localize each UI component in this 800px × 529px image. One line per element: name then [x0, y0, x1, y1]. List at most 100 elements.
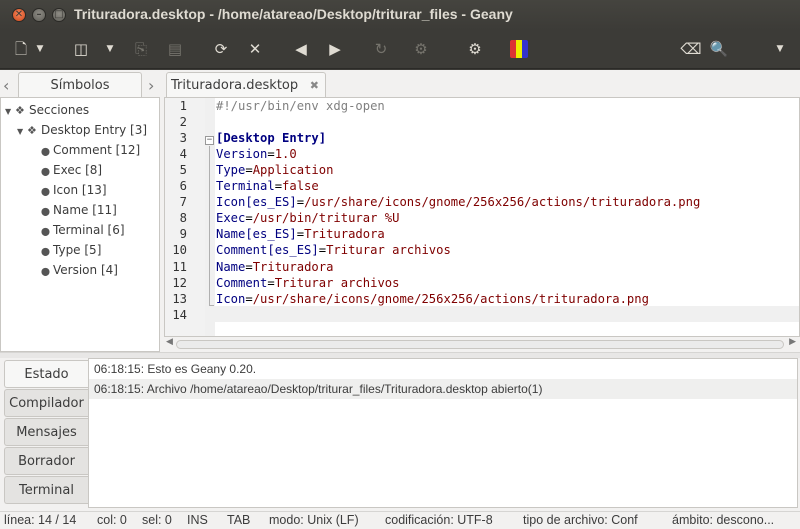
code-equals: =: [245, 259, 253, 274]
horizontal-scrollbar[interactable]: ◀ ▶: [164, 337, 800, 352]
scroll-right-icon[interactable]: ▶: [789, 337, 796, 347]
tab-terminal[interactable]: Terminal: [4, 476, 88, 504]
window-minimize-button[interactable]: –: [32, 8, 46, 22]
tree-item[interactable]: ⬤ Name [11]: [1, 200, 159, 220]
line-number: 8: [179, 211, 187, 226]
tree-item[interactable]: ⬤ Icon [13]: [1, 180, 159, 200]
clear-icon[interactable]: ⌫: [680, 38, 702, 60]
save-icon[interactable]: ⎘: [130, 38, 152, 60]
tree-item[interactable]: ⬤ Type [5]: [1, 240, 159, 260]
log-line: 06:18:15: Archivo /home/atareao/Desktop/…: [89, 379, 797, 399]
tree-item[interactable]: ▼ ❖ Secciones: [1, 100, 159, 120]
tab-borrador[interactable]: Borrador: [4, 447, 88, 475]
tree-item-label: Terminal [6]: [53, 223, 125, 237]
code-line: Version=1.0: [216, 147, 297, 161]
tab-compilador[interactable]: Compilador: [4, 389, 88, 417]
main-area: ‹ Símbolos › ▼ ❖ Secciones ▼ ❖ Desktop Entry …: [0, 70, 800, 511]
tree-item-label: Name [11]: [53, 203, 117, 217]
new-dropdown-icon[interactable]: ▼: [34, 38, 46, 60]
status-line: línea: 14 / 14: [4, 513, 77, 527]
code-line: #!/usr/bin/env xdg-open: [216, 99, 385, 113]
toolbar-overflow-icon[interactable]: ▼: [774, 38, 786, 60]
editor: Trituradora.desktop ✖ − 1 #!/usr/bin/env …: [164, 70, 800, 352]
code-key: Terminal: [216, 179, 275, 194]
code-area[interactable]: − 1 #!/usr/bin/env xdg-open 2 3 [Desktop Ent…: [164, 97, 800, 337]
line-number: 11: [172, 259, 187, 274]
code-equals: =: [245, 291, 253, 306]
symbol-icon: ⬤: [41, 247, 50, 256]
chevron-left-icon[interactable]: ‹: [3, 76, 9, 95]
code-key: Exec: [216, 211, 246, 226]
line-number: 6: [179, 179, 187, 194]
code-line: Terminal=false: [216, 179, 319, 193]
current-line-highlight: [215, 306, 799, 322]
section-icon: ❖: [15, 104, 25, 117]
maximize-icon: □: [54, 9, 64, 20]
window-maximize-button[interactable]: □: [52, 8, 66, 22]
code-equals: =: [318, 243, 327, 258]
line-number: 4: [179, 147, 187, 162]
tree-item[interactable]: ⬤ Version [4]: [1, 260, 159, 280]
code-equals: =: [267, 275, 275, 290]
preferences-icon[interactable]: ⚙: [464, 38, 486, 60]
code-value: Triturar archivos: [274, 275, 400, 290]
symbol-icon: ⬤: [41, 227, 50, 236]
code-key: Icon: [216, 291, 246, 306]
color-chooser-icon[interactable]: [510, 40, 528, 58]
back-icon[interactable]: ◀: [290, 38, 312, 60]
symbol-icon: ⬤: [41, 187, 50, 196]
tree-item[interactable]: ⬤ Exec [8]: [1, 160, 159, 180]
tab-symbols[interactable]: Símbolos: [18, 72, 142, 98]
tree-item[interactable]: ⬤ Terminal [6]: [1, 220, 159, 240]
new-file-icon[interactable]: 🗋: [10, 38, 32, 60]
save-all-icon[interactable]: ▤: [164, 38, 186, 60]
line-number: 10: [172, 243, 187, 258]
status-sel: sel: 0: [142, 513, 172, 527]
toolbar: 🗋 ▼ ◫ ▼ ⎘ ▤ ⟳ ✕ ◀ ▶ ↻ ⚙ ⚙ ⌫ 🔍 ▼: [0, 30, 800, 69]
build-icon[interactable]: ⚙: [410, 38, 432, 60]
code-value: Trituradora: [304, 227, 385, 242]
tab-mensajes[interactable]: Mensajes: [4, 418, 88, 446]
code-equals: =: [245, 211, 253, 226]
tree-item[interactable]: ▼ ❖ Desktop Entry [3]: [1, 120, 159, 140]
close-file-icon[interactable]: ✕: [244, 38, 266, 60]
expander-icon[interactable]: ▼: [5, 102, 15, 122]
line-number: 7: [179, 195, 187, 210]
symbol-icon: ⬤: [41, 147, 50, 156]
scroll-left-icon[interactable]: ◀: [166, 337, 173, 347]
close-icon: ✕: [14, 9, 24, 20]
compile-icon[interactable]: ↻: [370, 38, 392, 60]
code-key: Version: [216, 147, 268, 162]
close-tab-icon[interactable]: ✖: [310, 73, 319, 99]
reload-icon[interactable]: ⟳: [210, 38, 232, 60]
code-line: Type=Application: [216, 163, 333, 177]
symbol-icon: ⬤: [41, 207, 50, 216]
forward-icon[interactable]: ▶: [324, 38, 346, 60]
line-number: 5: [179, 163, 187, 178]
tree-item-label: Type [5]: [53, 243, 102, 257]
open-dropdown-icon[interactable]: ▼: [104, 38, 116, 60]
code-text: #!/usr/bin/env xdg-open: [216, 99, 385, 113]
symbol-icon: ⬤: [41, 267, 50, 276]
tab-document[interactable]: Trituradora.desktop ✖: [166, 72, 326, 98]
tree-item[interactable]: ⬤ Comment [12]: [1, 140, 159, 160]
code-line: Icon=/usr/share/icons/gnome/256x256/acti…: [216, 292, 649, 306]
scrollbar-track[interactable]: [176, 340, 784, 349]
window-close-button[interactable]: ✕: [12, 8, 26, 22]
code-key: Icon[es_ES]: [216, 195, 297, 210]
code-line: Name[es_ES]=Trituradora: [216, 227, 385, 241]
search-icon[interactable]: 🔍: [708, 38, 730, 60]
code-key: Name[es_ES]: [216, 227, 297, 242]
tree-item-label: Comment [12]: [53, 143, 141, 157]
line-number: 9: [179, 227, 187, 242]
tab-estado[interactable]: Estado: [4, 360, 88, 388]
fold-collapse-icon[interactable]: −: [205, 136, 214, 145]
chevron-right-icon[interactable]: ›: [148, 76, 154, 95]
code-line: [Desktop Entry]: [216, 131, 326, 145]
open-file-icon[interactable]: ◫: [70, 38, 92, 60]
status-bar: línea: 14 / 14 col: 0 sel: 0 INS TAB mod…: [0, 511, 800, 529]
expander-icon[interactable]: ▼: [17, 122, 27, 142]
status-log: 06:18:15: Esto es Geany 0.20. 06:18:15: …: [88, 358, 798, 508]
fold-line: [209, 146, 210, 306]
status-ins: INS: [187, 513, 208, 527]
